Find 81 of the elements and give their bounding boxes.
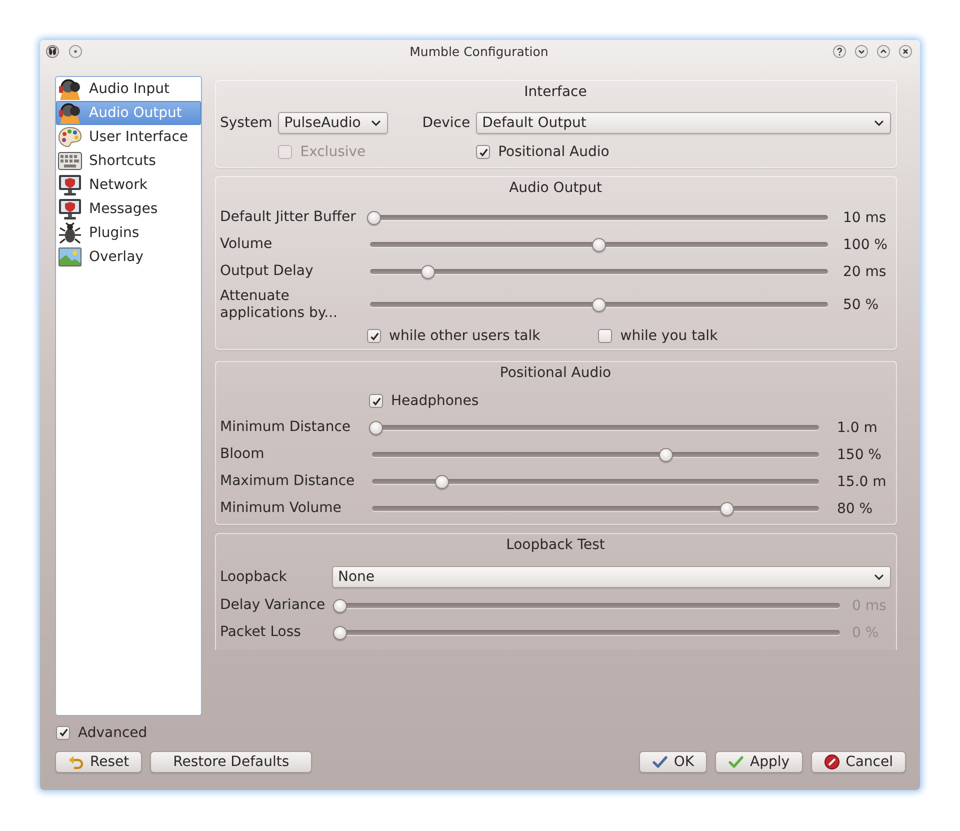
apply-button[interactable]: Apply <box>715 751 803 773</box>
monitor-icon <box>58 174 82 196</box>
slider-thumb[interactable] <box>367 210 381 224</box>
checkbox[interactable] <box>367 329 381 343</box>
slider-label: Minimum Volume <box>220 500 342 517</box>
keyboard-icon <box>58 150 82 172</box>
sidebar-item[interactable]: User Interface <box>56 125 201 149</box>
sidebar-item[interactable]: Shortcuts <box>56 149 201 173</box>
group-title: Loopback Test <box>505 537 606 554</box>
slider-value: 150 % <box>836 446 882 462</box>
slider-label: Bloom <box>220 446 266 463</box>
maximize-icon[interactable] <box>877 44 890 58</box>
headset-icon <box>58 78 82 100</box>
group-title: Positional Audio <box>498 365 612 382</box>
slider-value: 20 ms <box>842 264 888 280</box>
loopback-dropdown[interactable]: None <box>332 566 891 588</box>
slider-label: Maximum Distance <box>220 473 356 490</box>
system-dropdown[interactable]: PulseAudio <box>278 112 388 134</box>
sidebar-item[interactable]: Overlay <box>56 245 201 269</box>
ok-button[interactable]: OK <box>638 751 708 773</box>
close-icon[interactable] <box>899 44 912 58</box>
sidebar-item[interactable]: Messages <box>56 197 201 221</box>
slider-label: Attenuate applications by... <box>220 288 338 322</box>
checkbox[interactable] <box>476 145 490 159</box>
device-dropdown[interactable]: Default Output <box>476 112 891 134</box>
checkbox-label: Advanced <box>78 724 148 740</box>
bug-icon <box>58 222 82 244</box>
circle-dot-icon[interactable] <box>69 44 82 58</box>
slider-thumb[interactable] <box>421 264 435 278</box>
cancel-icon <box>824 754 840 770</box>
slider-label: Volume <box>220 236 274 253</box>
slider-value: 10 ms <box>842 210 888 226</box>
slider-thumb[interactable] <box>369 420 383 434</box>
group-title: Interface <box>523 84 588 101</box>
help-icon[interactable] <box>833 44 846 58</box>
checkbox-label: while other users talk <box>389 328 540 344</box>
slider-thumb[interactable] <box>434 474 449 488</box>
slider-thumb[interactable] <box>592 298 606 312</box>
group-title: Audio Output <box>508 180 603 197</box>
slider-label: Packet Loss <box>220 624 302 641</box>
slider-label: Default Jitter Buffer <box>220 209 357 226</box>
slider-thumb[interactable] <box>658 448 673 462</box>
restore-defaults-button[interactable]: Restore Defaults <box>150 751 312 773</box>
checkbox-label: Positional Audio <box>498 144 610 160</box>
slider-label: Output Delay <box>220 263 314 280</box>
checkbox[interactable] <box>369 394 383 408</box>
slider-value: 50 % <box>842 297 880 313</box>
sidebar-item[interactable]: Plugins <box>56 221 201 245</box>
chevron-down-icon <box>371 120 382 126</box>
field-label: Device <box>422 115 470 131</box>
minimize-icon[interactable] <box>855 44 868 58</box>
checkbox[interactable] <box>598 329 612 343</box>
check-icon <box>652 754 668 770</box>
sidebar-item[interactable]: Audio Input <box>56 77 201 101</box>
slider-value: 1.0 m <box>836 420 878 436</box>
field-label: Loopback <box>220 569 288 585</box>
cancel-button[interactable]: Cancel <box>810 751 906 773</box>
checkbox[interactable] <box>56 726 70 740</box>
slider-value: 100 % <box>842 236 888 252</box>
slider-value: 80 % <box>836 500 874 516</box>
checkbox-label: Headphones <box>391 393 479 409</box>
window-title: Mumble Configuration <box>410 44 548 58</box>
monitor-icon <box>58 198 82 220</box>
headset-icon <box>58 102 82 124</box>
picture-icon <box>58 246 82 268</box>
reset-button[interactable]: Reset <box>55 751 142 773</box>
slider-thumb[interactable] <box>592 238 606 252</box>
check-icon <box>728 754 744 770</box>
chevron-down-icon <box>874 120 884 126</box>
undo-icon <box>68 754 84 770</box>
slider-thumb[interactable] <box>720 502 734 516</box>
palette-icon <box>58 126 82 148</box>
slider-label: Delay Variance <box>220 597 326 614</box>
field-label: System <box>220 115 272 131</box>
sidebar-item[interactable]: Network <box>56 173 201 197</box>
slider-value: 15.0 m <box>836 474 888 490</box>
slider-label: Minimum Distance <box>220 419 352 436</box>
checkbox-label: while you talk <box>620 328 718 344</box>
app-icon[interactable] <box>46 44 59 58</box>
chevron-down-icon <box>874 574 884 580</box>
checkbox-label: Exclusive <box>300 144 366 160</box>
